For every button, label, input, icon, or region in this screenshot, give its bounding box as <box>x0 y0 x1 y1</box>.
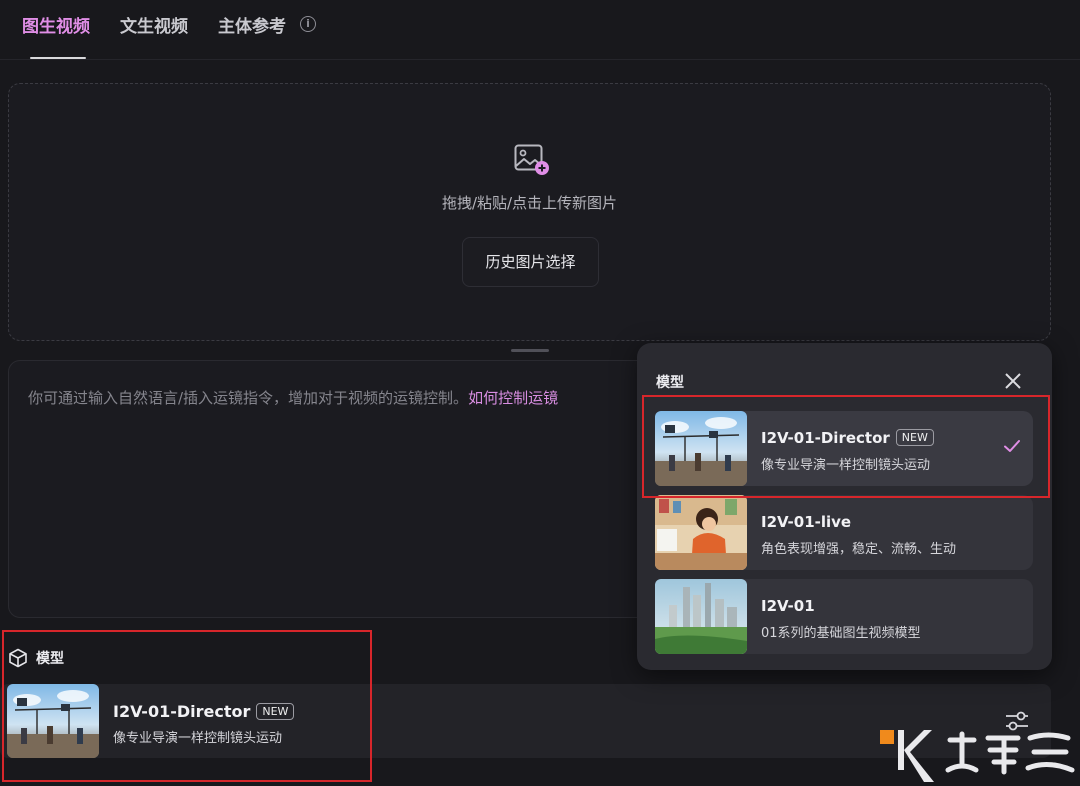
active-tab-indicator <box>30 57 86 59</box>
image-upload-area[interactable]: 拖拽/粘贴/点击上传新图片 历史图片选择 <box>8 83 1051 341</box>
tab-bar: 图生视频 文生视频 主体参考 i <box>0 0 1080 60</box>
tab-subject-reference[interactable]: 主体参考 <box>218 12 286 37</box>
annotation-highlight-box <box>2 630 372 782</box>
model-option-live[interactable]: I2V-01-live 角色表现增强，稳定、流畅、生动 <box>655 495 1033 570</box>
popup-title: 模型 <box>656 375 684 391</box>
resize-handle[interactable] <box>511 349 549 352</box>
model-option-description: 01系列的基础图生视频模型 <box>761 626 921 641</box>
history-image-button[interactable]: 历史图片选择 <box>462 237 599 287</box>
model-thumbnail-base <box>655 579 747 654</box>
annotation-highlight-box <box>642 395 1050 498</box>
model-option-name: I2V-01 <box>761 597 815 615</box>
prompt-placeholder: 你可通过输入自然语言/插入运镜指令，增加对于视频的运镜控制。如何控制运镜 <box>28 387 558 408</box>
prompt-placeholder-text: 你可通过输入自然语言/插入运镜指令，增加对于视频的运镜控制。 <box>28 389 469 407</box>
model-option-name: I2V-01-live <box>761 513 852 531</box>
tab-text-to-video[interactable]: 文生视频 <box>120 12 188 37</box>
watermark-logo <box>880 730 1075 782</box>
upload-hint: 拖拽/粘贴/点击上传新图片 <box>441 194 618 212</box>
model-option-description: 角色表现增强，稳定、流畅、生动 <box>761 542 957 557</box>
image-add-icon <box>514 144 549 175</box>
model-option-base[interactable]: I2V-01 01系列的基础图生视频模型 <box>655 579 1033 654</box>
camera-control-help-link[interactable]: 如何控制运镜 <box>468 389 558 407</box>
close-icon[interactable] <box>1003 371 1023 391</box>
model-thumbnail-live <box>655 495 747 570</box>
info-icon[interactable]: i <box>300 16 316 32</box>
page: 图生视频 文生视频 主体参考 i 拖拽/粘贴/点击上传新图片 历史图片选择 你可… <box>0 0 1080 786</box>
model-popup: 模型 I2V-01-Director NEW 像专业导演一样控制镜头运动 I2V… <box>637 343 1052 670</box>
tab-image-to-video[interactable]: 图生视频 <box>22 12 90 37</box>
